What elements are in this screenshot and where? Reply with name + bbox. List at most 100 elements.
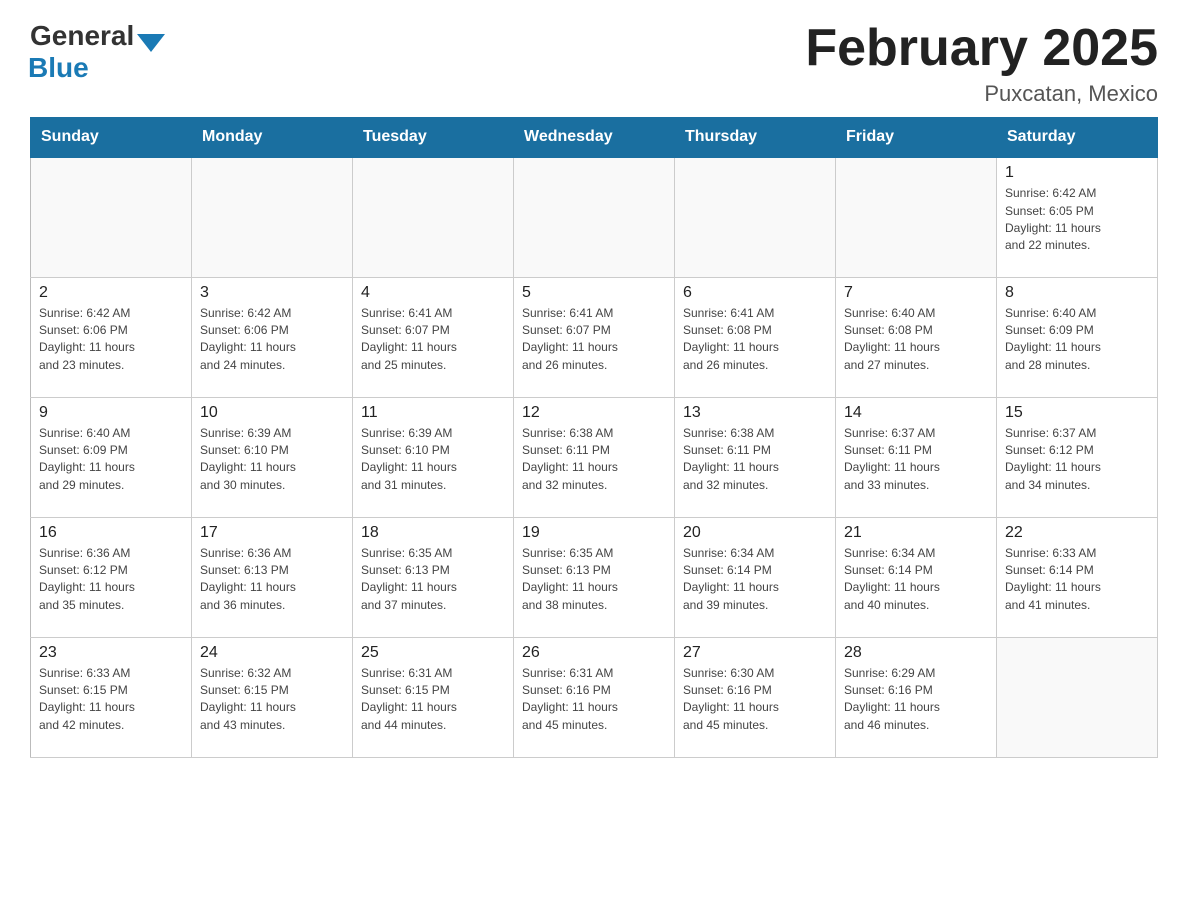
logo: General Blue bbox=[30, 20, 165, 84]
calendar-cell: 21 Sunrise: 6:34 AM Sunset: 6:14 PM Dayli… bbox=[836, 517, 997, 637]
calendar-week-row: 16 Sunrise: 6:36 AM Sunset: 6:12 PM Dayli… bbox=[31, 517, 1158, 637]
day-info: Sunrise: 6:42 AM Sunset: 6:06 PM Dayligh… bbox=[39, 305, 183, 375]
day-info: Sunrise: 6:29 AM Sunset: 6:16 PM Dayligh… bbox=[844, 665, 988, 735]
calendar-cell: 15 Sunrise: 6:37 AM Sunset: 6:12 PM Dayli… bbox=[997, 397, 1158, 517]
calendar-cell: 2 Sunrise: 6:42 AM Sunset: 6:06 PM Daylig… bbox=[31, 277, 192, 397]
day-number: 8 bbox=[1005, 284, 1149, 302]
calendar-cell bbox=[997, 637, 1158, 757]
calendar-cell: 10Sunrise: 6:39 AM Sunset: 6:10 PM Dayli… bbox=[192, 397, 353, 517]
day-info: Sunrise: 6:38 AM Sunset: 6:11 PM Dayligh… bbox=[683, 425, 827, 495]
day-number: 22 bbox=[1005, 524, 1149, 542]
calendar-cell: 25 Sunrise: 6:31 AM Sunset: 6:15 PM Dayli… bbox=[353, 637, 514, 757]
day-info: Sunrise: 6:34 AM Sunset: 6:14 PM Dayligh… bbox=[844, 545, 988, 615]
calendar-cell bbox=[836, 157, 997, 277]
calendar-cell: 17 Sunrise: 6:36 AM Sunset: 6:13 PM Dayli… bbox=[192, 517, 353, 637]
calendar-header: SundayMondayTuesdayWednesdayThursdayFrid… bbox=[31, 118, 1158, 158]
calendar-cell: 11 Sunrise: 6:39 AM Sunset: 6:10 PM Dayli… bbox=[353, 397, 514, 517]
day-info: Sunrise: 6:33 AM Sunset: 6:15 PM Dayligh… bbox=[39, 665, 183, 735]
day-info: Sunrise: 6:42 AM Sunset: 6:05 PM Dayligh… bbox=[1005, 185, 1149, 255]
calendar-cell: 4 Sunrise: 6:41 AM Sunset: 6:07 PM Daylig… bbox=[353, 277, 514, 397]
day-number: 23 bbox=[39, 644, 183, 662]
logo-blue-text: Blue bbox=[28, 52, 89, 84]
calendar-table: SundayMondayTuesdayWednesdayThursdayFrid… bbox=[30, 117, 1158, 758]
calendar-cell bbox=[675, 157, 836, 277]
page-header: General Blue February 2025 Puxcatan, Mex… bbox=[30, 20, 1158, 107]
day-info: Sunrise: 6:40 AM Sunset: 6:09 PM Dayligh… bbox=[1005, 305, 1149, 375]
day-info: Sunrise: 6:32 AM Sunset: 6:15 PM Dayligh… bbox=[200, 665, 344, 735]
calendar-cell: 24 Sunrise: 6:32 AM Sunset: 6:15 PM Dayli… bbox=[192, 637, 353, 757]
day-info: Sunrise: 6:38 AM Sunset: 6:11 PM Dayligh… bbox=[522, 425, 666, 495]
calendar-cell: 13 Sunrise: 6:38 AM Sunset: 6:11 PM Dayli… bbox=[675, 397, 836, 517]
calendar-week-row: 1 Sunrise: 6:42 AM Sunset: 6:05 PM Daylig… bbox=[31, 157, 1158, 277]
day-number: 27 bbox=[683, 644, 827, 662]
calendar-cell: 8 Sunrise: 6:40 AM Sunset: 6:09 PM Daylig… bbox=[997, 277, 1158, 397]
weekday-header-wednesday: Wednesday bbox=[514, 118, 675, 158]
day-info: Sunrise: 6:41 AM Sunset: 6:07 PM Dayligh… bbox=[361, 305, 505, 375]
day-info: Sunrise: 6:31 AM Sunset: 6:15 PM Dayligh… bbox=[361, 665, 505, 735]
day-number: 13 bbox=[683, 404, 827, 422]
day-number: 25 bbox=[361, 644, 505, 662]
day-info: Sunrise: 6:30 AM Sunset: 6:16 PM Dayligh… bbox=[683, 665, 827, 735]
weekday-header-saturday: Saturday bbox=[997, 118, 1158, 158]
weekday-header-monday: Monday bbox=[192, 118, 353, 158]
day-info: Sunrise: 6:37 AM Sunset: 6:12 PM Dayligh… bbox=[1005, 425, 1149, 495]
calendar-cell: 14Sunrise: 6:37 AM Sunset: 6:11 PM Dayli… bbox=[836, 397, 997, 517]
day-info: Sunrise: 6:35 AM Sunset: 6:13 PM Dayligh… bbox=[361, 545, 505, 615]
day-number: 5 bbox=[522, 284, 666, 302]
calendar-cell: 27 Sunrise: 6:30 AM Sunset: 6:16 PM Dayli… bbox=[675, 637, 836, 757]
calendar-cell: 22 Sunrise: 6:33 AM Sunset: 6:14 PM Dayli… bbox=[997, 517, 1158, 637]
calendar-body: 1 Sunrise: 6:42 AM Sunset: 6:05 PM Daylig… bbox=[31, 157, 1158, 757]
day-number: 7 bbox=[844, 284, 988, 302]
day-info: Sunrise: 6:41 AM Sunset: 6:08 PM Dayligh… bbox=[683, 305, 827, 375]
day-info: Sunrise: 6:40 AM Sunset: 6:09 PM Dayligh… bbox=[39, 425, 183, 495]
day-number: 15 bbox=[1005, 404, 1149, 422]
calendar-week-row: 2 Sunrise: 6:42 AM Sunset: 6:06 PM Daylig… bbox=[31, 277, 1158, 397]
calendar-cell: 18Sunrise: 6:35 AM Sunset: 6:13 PM Dayli… bbox=[353, 517, 514, 637]
day-info: Sunrise: 6:34 AM Sunset: 6:14 PM Dayligh… bbox=[683, 545, 827, 615]
day-number: 6 bbox=[683, 284, 827, 302]
day-info: Sunrise: 6:40 AM Sunset: 6:08 PM Dayligh… bbox=[844, 305, 988, 375]
day-number: 10 bbox=[200, 404, 344, 422]
day-number: 26 bbox=[522, 644, 666, 662]
day-number: 9 bbox=[39, 404, 183, 422]
day-info: Sunrise: 6:37 AM Sunset: 6:11 PM Dayligh… bbox=[844, 425, 988, 495]
calendar-week-row: 9 Sunrise: 6:40 AM Sunset: 6:09 PM Daylig… bbox=[31, 397, 1158, 517]
logo-arrow-icon bbox=[137, 34, 165, 52]
title-block: February 2025 Puxcatan, Mexico bbox=[805, 20, 1158, 107]
calendar-cell: 23 Sunrise: 6:33 AM Sunset: 6:15 PM Dayli… bbox=[31, 637, 192, 757]
day-info: Sunrise: 6:36 AM Sunset: 6:13 PM Dayligh… bbox=[200, 545, 344, 615]
day-number: 3 bbox=[200, 284, 344, 302]
calendar-cell: 9 Sunrise: 6:40 AM Sunset: 6:09 PM Daylig… bbox=[31, 397, 192, 517]
day-info: Sunrise: 6:41 AM Sunset: 6:07 PM Dayligh… bbox=[522, 305, 666, 375]
calendar-cell bbox=[353, 157, 514, 277]
day-info: Sunrise: 6:33 AM Sunset: 6:14 PM Dayligh… bbox=[1005, 545, 1149, 615]
weekday-header-thursday: Thursday bbox=[675, 118, 836, 158]
calendar-cell: 3 Sunrise: 6:42 AM Sunset: 6:06 PM Daylig… bbox=[192, 277, 353, 397]
calendar-cell: 5 Sunrise: 6:41 AM Sunset: 6:07 PM Daylig… bbox=[514, 277, 675, 397]
calendar-cell: 19 Sunrise: 6:35 AM Sunset: 6:13 PM Dayli… bbox=[514, 517, 675, 637]
calendar-cell: 12Sunrise: 6:38 AM Sunset: 6:11 PM Dayli… bbox=[514, 397, 675, 517]
day-number: 20 bbox=[683, 524, 827, 542]
day-number: 21 bbox=[844, 524, 988, 542]
day-number: 16 bbox=[39, 524, 183, 542]
day-number: 17 bbox=[200, 524, 344, 542]
day-number: 1 bbox=[1005, 164, 1149, 182]
day-info: Sunrise: 6:39 AM Sunset: 6:10 PM Dayligh… bbox=[361, 425, 505, 495]
day-info: Sunrise: 6:31 AM Sunset: 6:16 PM Dayligh… bbox=[522, 665, 666, 735]
day-info: Sunrise: 6:36 AM Sunset: 6:12 PM Dayligh… bbox=[39, 545, 183, 615]
calendar-cell: 16 Sunrise: 6:36 AM Sunset: 6:12 PM Dayli… bbox=[31, 517, 192, 637]
day-number: 24 bbox=[200, 644, 344, 662]
calendar-subtitle: Puxcatan, Mexico bbox=[805, 81, 1158, 107]
calendar-cell: 28Sunrise: 6:29 AM Sunset: 6:16 PM Dayli… bbox=[836, 637, 997, 757]
day-info: Sunrise: 6:35 AM Sunset: 6:13 PM Dayligh… bbox=[522, 545, 666, 615]
weekday-header-sunday: Sunday bbox=[31, 118, 192, 158]
day-number: 11 bbox=[361, 404, 505, 422]
day-info: Sunrise: 6:42 AM Sunset: 6:06 PM Dayligh… bbox=[200, 305, 344, 375]
calendar-week-row: 23 Sunrise: 6:33 AM Sunset: 6:15 PM Dayli… bbox=[31, 637, 1158, 757]
calendar-cell: 7 Sunrise: 6:40 AM Sunset: 6:08 PM Daylig… bbox=[836, 277, 997, 397]
calendar-cell: 26 Sunrise: 6:31 AM Sunset: 6:16 PM Dayli… bbox=[514, 637, 675, 757]
day-number: 19 bbox=[522, 524, 666, 542]
day-number: 4 bbox=[361, 284, 505, 302]
calendar-cell: 6 Sunrise: 6:41 AM Sunset: 6:08 PM Daylig… bbox=[675, 277, 836, 397]
day-number: 2 bbox=[39, 284, 183, 302]
